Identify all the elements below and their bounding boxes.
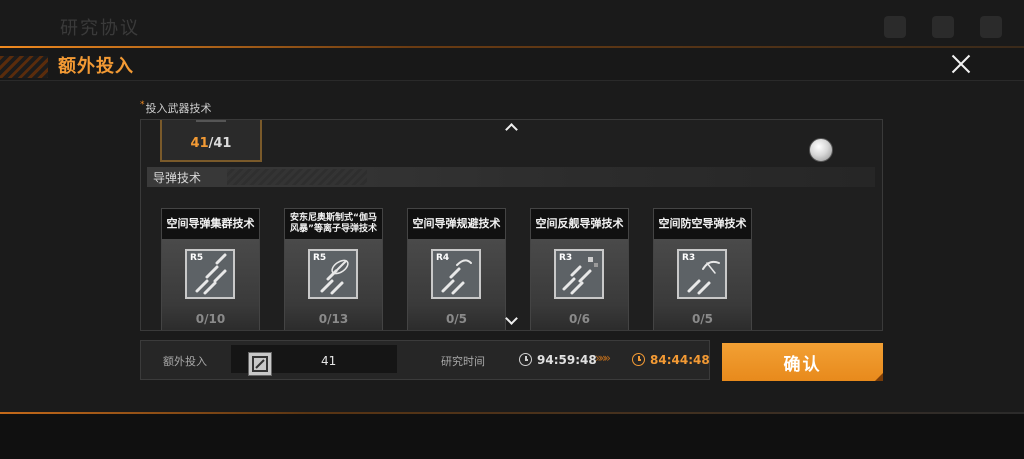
section-label-text: 投入武器技术 xyxy=(145,102,212,115)
dialog-bottom-accent-line xyxy=(0,412,1024,414)
investment-summary-bar: 额外投入 41 研究时间 94:59:48 »»» 84:44:48 xyxy=(140,340,710,380)
tech-card-progress: 0/5 xyxy=(445,312,468,326)
tech-card-title: 空间导弹规避技术 xyxy=(408,209,505,239)
tech-card[interactable]: 空间导弹集群技术 R5 0/10 xyxy=(161,208,260,330)
extra-amount-field[interactable] xyxy=(231,345,397,376)
dialog-title: 额外投入 xyxy=(58,56,134,77)
missile-cluster-icon: R5 xyxy=(185,249,235,299)
tech-card-progress: 0/6 xyxy=(568,312,591,326)
previous-tech-card[interactable]: 41/41 xyxy=(160,120,262,162)
anti-ship-missile-icon: R3 xyxy=(554,249,604,299)
tech-card[interactable]: 空间防空导弹技术 R3 0/5 xyxy=(653,208,752,330)
button-corner-decoration xyxy=(875,373,883,381)
background-icon xyxy=(932,16,954,38)
previous-count-current: 41 xyxy=(190,136,209,151)
arrow-right-icon: »»» xyxy=(595,351,611,365)
research-time-label: 研究时间 xyxy=(441,355,485,368)
background-bottom-bar xyxy=(0,414,1024,459)
tech-card[interactable]: 空间反舰导弹技术 R3 0/6 xyxy=(530,208,629,330)
close-icon[interactable] xyxy=(948,51,974,77)
confirm-button[interactable]: 确认 xyxy=(722,343,883,381)
header-stripe-decoration xyxy=(0,56,48,78)
tech-card-body: R3 0/6 xyxy=(531,239,628,330)
tech-card-progress: 0/13 xyxy=(318,312,349,326)
tech-card-body: R5 0/10 xyxy=(162,239,259,330)
tech-card-title: 安东尼奥斯制式“伽马风暴”等离子导弹技术 xyxy=(285,209,382,239)
scroll-up-chevron-icon[interactable] xyxy=(505,120,517,132)
tech-card-body: R5 0/13 xyxy=(285,239,382,330)
category-stripe-decoration xyxy=(227,169,367,185)
tech-chip-icon xyxy=(248,352,272,376)
tech-card-progress: 0/10 xyxy=(195,312,226,326)
tech-card[interactable]: 安东尼奥斯制式“伽马风暴”等离子导弹技术 R5 0/13 xyxy=(284,208,383,330)
category-title: 导弹技术 xyxy=(153,171,202,185)
tech-card-body: R3 0/5 xyxy=(654,239,751,330)
extra-investment-label: 额外投入 xyxy=(163,355,207,368)
tech-card[interactable]: 空间导弹规避技术 R4 0/5 xyxy=(407,208,506,330)
card-top-line xyxy=(196,120,226,122)
dialog-header: 额外投入 xyxy=(0,48,1024,81)
tech-card-progress: 0/5 xyxy=(691,312,714,326)
background-icon xyxy=(980,16,1002,38)
clock-icon xyxy=(519,353,532,366)
extra-amount-value: 41 xyxy=(321,354,337,368)
previous-tech-count: 41/41 xyxy=(162,136,260,151)
anti-air-missile-icon: R3 xyxy=(677,249,727,299)
tech-card-title: 空间导弹集群技术 xyxy=(162,209,259,239)
reduced-research-time: 84:44:48 xyxy=(650,353,710,367)
previous-count-total: 41 xyxy=(213,136,232,151)
scroll-down-chevron-icon[interactable] xyxy=(505,314,517,326)
tech-card-body: R4 0/5 xyxy=(408,239,505,330)
background-screen-title: 研究协议 xyxy=(60,18,140,39)
original-research-time: 94:59:48 xyxy=(537,353,597,367)
required-mark: * xyxy=(140,100,145,110)
category-header: 导弹技术 xyxy=(147,167,875,187)
plasma-missile-icon: R5 xyxy=(308,249,358,299)
scroll-indicator-knob[interactable] xyxy=(809,138,833,162)
tech-card-title: 空间防空导弹技术 xyxy=(654,209,751,239)
tech-card-title: 空间反舰导弹技术 xyxy=(531,209,628,239)
weapon-tech-list-panel[interactable]: 41/41 导弹技术 空间导弹集群技术 R5 0/10 安东尼奥斯制式“伽马风暴… xyxy=(140,119,883,331)
background-top-bar: 研究协议 xyxy=(0,0,1024,46)
section-label: *投入武器技术 xyxy=(140,100,212,116)
background-icon xyxy=(884,16,906,38)
clock-icon xyxy=(632,353,645,366)
confirm-button-label: 确认 xyxy=(783,354,822,375)
missile-evasion-icon: R4 xyxy=(431,249,481,299)
